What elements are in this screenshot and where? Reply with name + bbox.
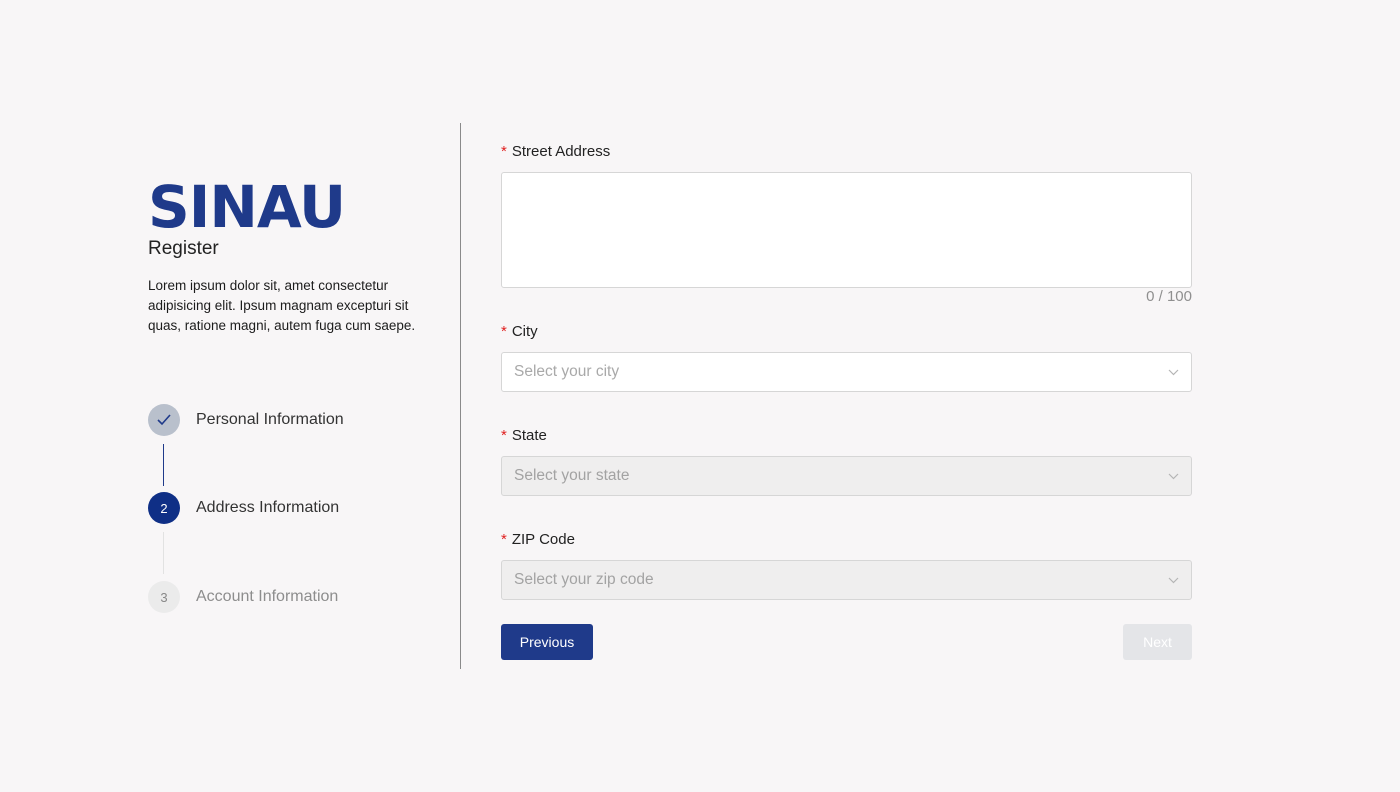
city-select[interactable]: Select your city (501, 352, 1192, 392)
character-counter: 0 / 100 (1146, 288, 1192, 305)
logo: SINAU (148, 173, 346, 241)
city-placeholder: Select your city (514, 363, 620, 380)
required-mark: * (501, 531, 507, 548)
chevron-down-icon (1167, 366, 1179, 378)
zip-code-placeholder: Select your zip code (514, 571, 654, 588)
zip-code-label: * ZIP Code (501, 531, 575, 548)
step-account-information[interactable]: 3 Account Information (148, 581, 338, 613)
label-text: City (511, 323, 538, 340)
city-label: * City (501, 323, 538, 340)
state-placeholder: Select your state (514, 467, 630, 484)
required-mark: * (501, 427, 507, 444)
state-label: * State (501, 427, 547, 444)
brand-panel: SINAU Register Lorem ipsum dolor sit, am… (148, 176, 438, 336)
chevron-down-icon (1167, 574, 1179, 586)
required-mark: * (501, 323, 507, 340)
step-label: Address Information (196, 499, 340, 516)
chevron-down-icon (1167, 470, 1179, 482)
previous-button[interactable]: Previous (501, 624, 593, 660)
required-mark: * (501, 143, 507, 160)
step-label: Account Information (196, 588, 339, 605)
check-icon (148, 404, 180, 436)
step-address-information[interactable]: 2 Address Information (148, 492, 339, 524)
vertical-divider (460, 123, 461, 669)
zip-code-select[interactable]: Select your zip code (501, 560, 1192, 600)
street-address-input[interactable] (501, 172, 1192, 288)
label-text: Street Address (511, 143, 611, 160)
step-personal-information[interactable]: Personal Information (148, 404, 344, 436)
label-text: ZIP Code (511, 531, 575, 548)
label-text: State (511, 427, 547, 444)
page-subtitle: Register (148, 238, 219, 259)
step-number: 2 (148, 492, 180, 524)
step-label: Personal Information (196, 411, 344, 428)
street-address-label: * Street Address (501, 143, 610, 160)
next-button[interactable]: Next (1123, 624, 1192, 660)
state-select[interactable]: Select your state (501, 456, 1192, 496)
step-connector-completed (163, 444, 164, 486)
step-number: 3 (148, 581, 180, 613)
description: Lorem ipsum dolor sit, amet consectetur … (148, 278, 416, 333)
step-connector-pending (163, 532, 164, 574)
